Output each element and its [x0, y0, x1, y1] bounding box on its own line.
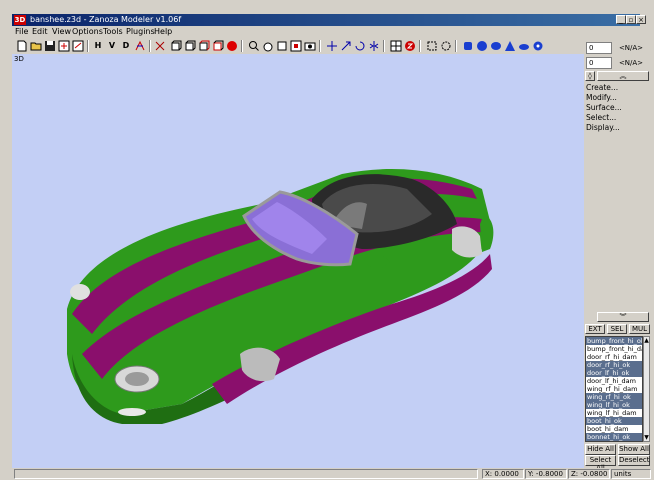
object-list-item[interactable]: wing_rf_hi_dam — [586, 385, 642, 393]
object-list-item[interactable]: door_rf_hi_ok — [586, 361, 642, 369]
status-bar: X: 0.0000 Y: -0.8000 Z: -0.0800 units — [12, 468, 654, 480]
cone-icon[interactable] — [504, 40, 516, 52]
show-all-button[interactable]: Show All — [618, 444, 650, 455]
gear-primitive-icon[interactable] — [532, 40, 544, 52]
rotate-icon[interactable] — [354, 40, 366, 52]
status-y: Y: -0.8000 — [525, 469, 567, 479]
torus-icon[interactable] — [518, 40, 530, 52]
sphere-render-icon[interactable] — [226, 40, 238, 52]
status-units: units — [611, 469, 651, 479]
close-button[interactable]: × — [636, 15, 646, 24]
view-d-button[interactable]: D — [120, 40, 132, 52]
select-all-button[interactable]: Select All — [585, 455, 616, 472]
menu-file[interactable]: File — [15, 26, 28, 38]
object-list-item[interactable]: wing_rf_hi_ok — [586, 393, 642, 401]
spinner-1-label: <N/A> — [618, 44, 644, 52]
spinner-2[interactable]: 0 — [586, 57, 612, 69]
object-list-item[interactable]: boot_hi_ok — [586, 417, 642, 425]
object-list-item[interactable]: door_rf_hi_dam — [586, 353, 642, 361]
app-icon: 3D — [14, 15, 26, 25]
right-panel: 0 <N/A> 0 <N/A> ◊ ︽ Create... Modify... … — [584, 38, 654, 472]
surface-command[interactable]: Surface... — [586, 103, 622, 113]
collapse-down-button[interactable]: ︾ — [597, 312, 649, 322]
car-model — [67, 169, 494, 424]
toolbar: H V D — [12, 38, 582, 54]
object-list[interactable]: bump_front_hi_okbump_front_hi_damdoor_rf… — [585, 336, 643, 442]
import-icon[interactable] — [58, 40, 70, 52]
open-folder-icon[interactable] — [30, 40, 42, 52]
maximize-button[interactable]: ▫ — [626, 15, 636, 24]
zanoza-logo-icon[interactable] — [404, 40, 416, 52]
status-message — [14, 469, 478, 479]
menu-edit[interactable]: Edit — [32, 26, 48, 38]
view-v-button[interactable]: V — [106, 40, 118, 52]
viewport-3d[interactable]: 3D — [12, 54, 584, 468]
object-list-item[interactable]: boot_hi_dam — [586, 425, 642, 433]
pan-hand-icon[interactable] — [262, 40, 274, 52]
rect-select-icon[interactable] — [426, 40, 438, 52]
status-z: Z: -0.0800 — [568, 469, 610, 479]
save-icon[interactable] — [44, 40, 56, 52]
box-icon-2[interactable] — [184, 40, 196, 52]
create-command[interactable]: Create... — [586, 83, 618, 93]
minimize-button[interactable]: _ — [616, 15, 626, 24]
box-icon-4[interactable] — [212, 40, 224, 52]
object-list-item[interactable]: bump_front_hi_ok — [586, 337, 642, 345]
modify-command[interactable]: Modify... — [586, 93, 617, 103]
mirror-icon[interactable] — [368, 40, 380, 52]
panel-pin-button[interactable]: ◊ — [585, 71, 595, 81]
menu-bar: File Edit View Options Tools Plugins Hel… — [12, 26, 640, 38]
window-title: banshee.z3d - Zanoza Modeler v1.06f — [30, 15, 182, 24]
status-x: X: 0.0000 — [482, 469, 524, 479]
tab-mul[interactable]: MUL — [629, 324, 650, 334]
hide-all-button[interactable]: Hide All — [585, 444, 616, 455]
spinner-2-label: <N/A> — [618, 59, 644, 67]
mesh-icon[interactable] — [390, 40, 402, 52]
object-list-item[interactable]: door_lf_hi_dam — [586, 377, 642, 385]
object-list-scrollbar[interactable]: ▲ ▼ — [643, 336, 650, 442]
box-icon-1[interactable] — [170, 40, 182, 52]
move-icon[interactable] — [326, 40, 338, 52]
object-list-item[interactable]: wing_lf_hi_ok — [586, 401, 642, 409]
sphere-icon[interactable] — [476, 40, 488, 52]
camera-icon[interactable] — [304, 40, 316, 52]
tab-ext[interactable]: EXT — [585, 324, 605, 334]
collapse-up-button[interactable]: ︽ — [597, 71, 649, 81]
box-icon-3[interactable] — [198, 40, 210, 52]
menu-options[interactable]: Options — [72, 26, 103, 38]
menu-view[interactable]: View — [52, 26, 71, 38]
menu-tools[interactable]: Tools — [103, 26, 123, 38]
rotate-view-icon[interactable] — [276, 40, 288, 52]
view-h-button[interactable]: H — [92, 40, 104, 52]
object-list-item[interactable]: wing_lf_hi_dam — [586, 409, 642, 417]
axis-icon[interactable] — [134, 40, 146, 52]
menu-plugins[interactable]: Plugins — [126, 26, 155, 38]
vertex-select-icon[interactable] — [154, 40, 166, 52]
title-bar: 3D banshee.z3d - Zanoza Modeler v1.06f _… — [12, 14, 646, 26]
tab-sel[interactable]: SEL — [607, 324, 627, 334]
tube-icon[interactable] — [490, 40, 502, 52]
cylinder-icon[interactable] — [462, 40, 474, 52]
deselect-button[interactable]: Deselect — [618, 455, 650, 466]
object-list-item[interactable]: bump_front_hi_dam — [586, 345, 642, 353]
spinner-1[interactable]: 0 — [586, 42, 612, 54]
new-file-icon[interactable] — [16, 40, 28, 52]
circle-select-icon[interactable] — [440, 40, 452, 52]
object-list-item[interactable]: bonnet_hi_ok — [586, 433, 642, 441]
select-command[interactable]: Select... — [586, 113, 616, 123]
display-command[interactable]: Display... — [586, 123, 620, 133]
object-list-item[interactable]: door_lf_hi_ok — [586, 369, 642, 377]
scale-icon[interactable] — [340, 40, 352, 52]
export-icon[interactable] — [72, 40, 84, 52]
menu-help[interactable]: Help — [154, 26, 172, 38]
zoom-icon[interactable] — [248, 40, 260, 52]
fit-view-icon[interactable] — [290, 40, 302, 52]
